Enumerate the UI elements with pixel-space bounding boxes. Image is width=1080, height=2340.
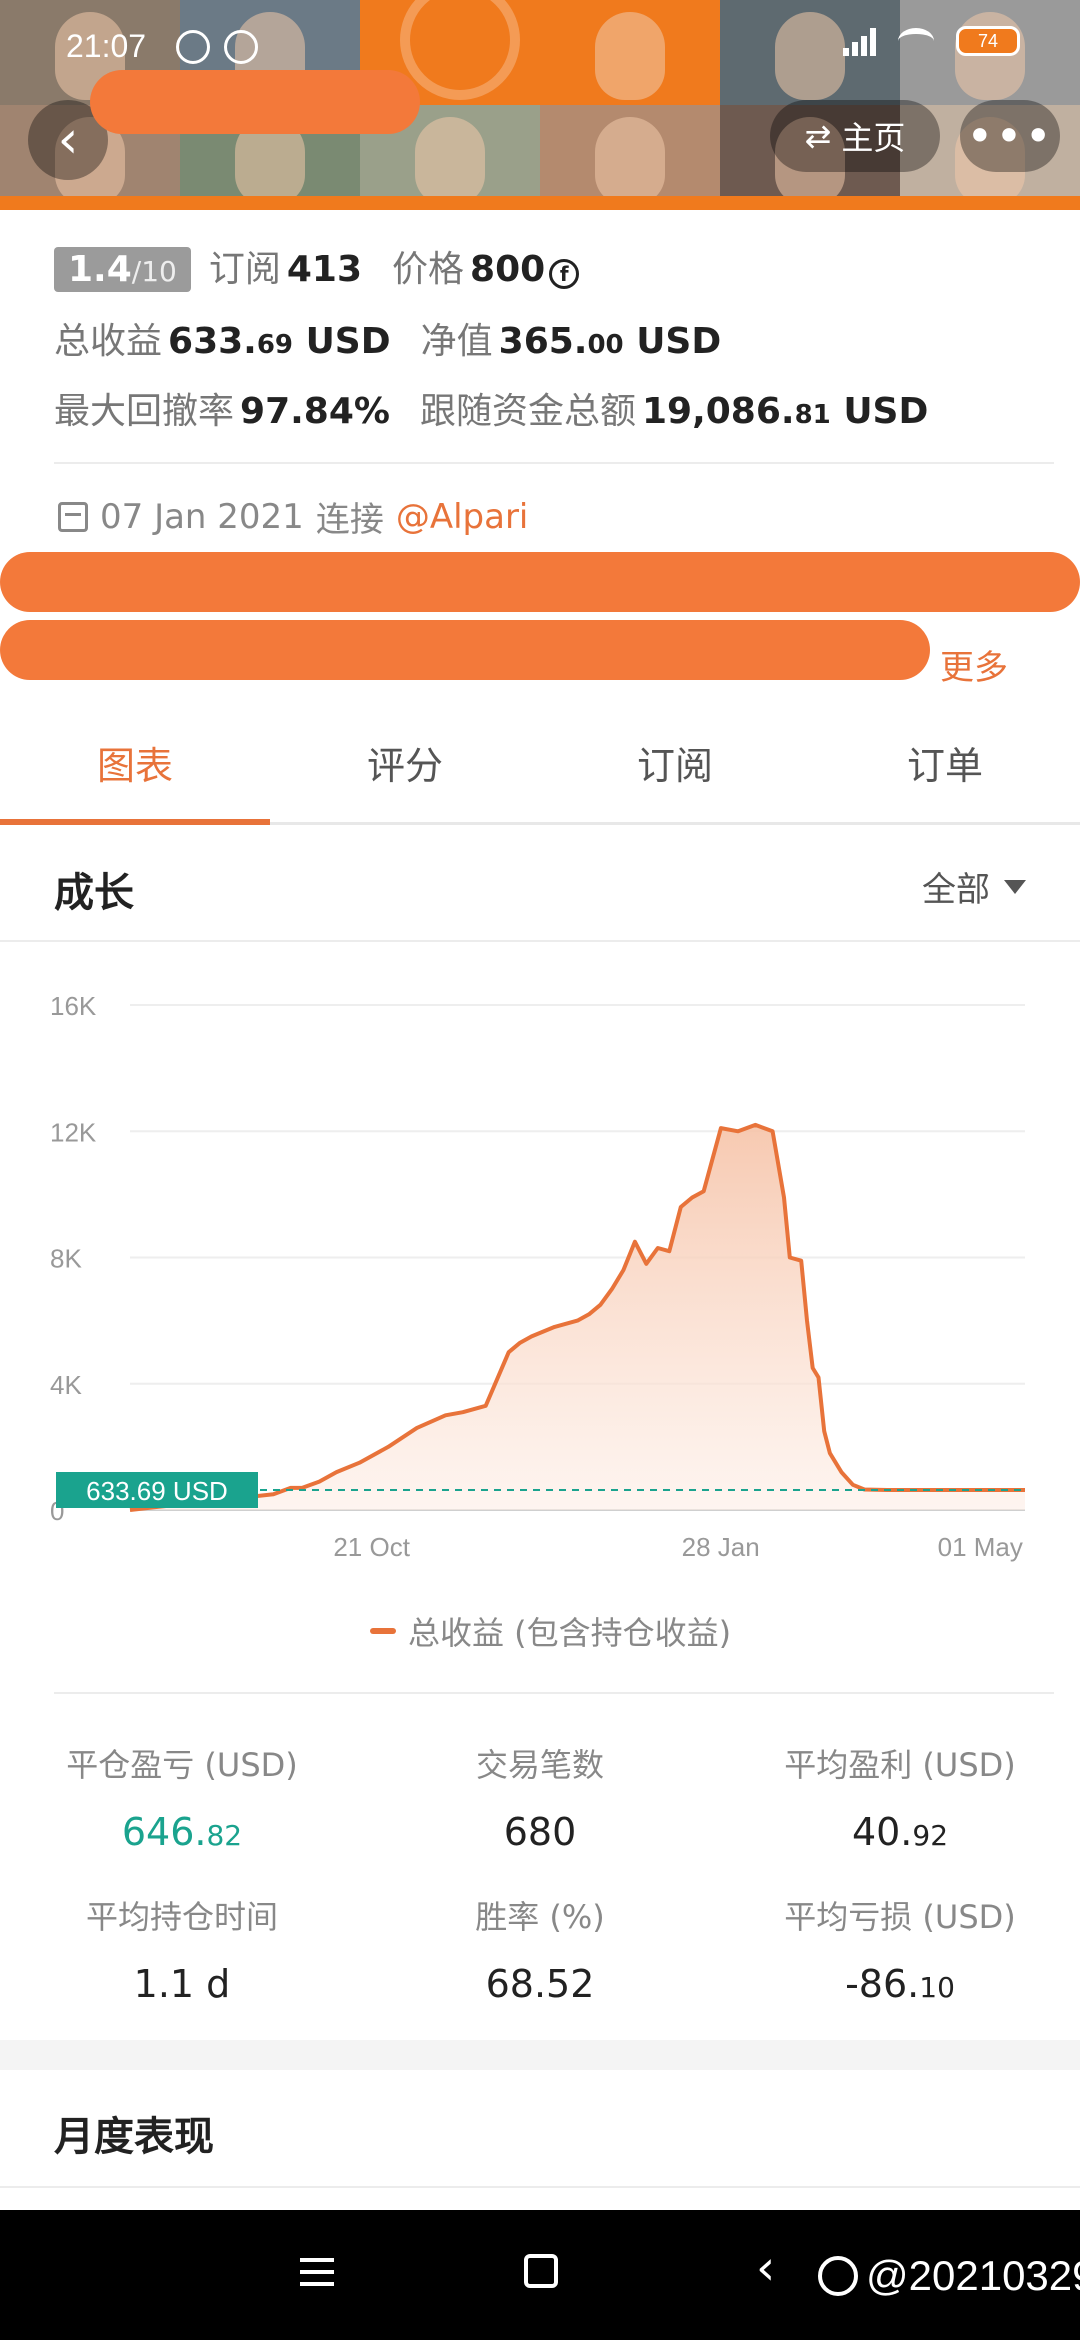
stat-item: 胜率 (%) 68.52 <box>370 1892 710 2006</box>
follow-funds-value: 19,086.81 USD <box>641 391 929 432</box>
system-tray: 74 <box>843 26 1020 56</box>
stat-item: 平仓盈亏 (USD) 646.82 <box>12 1740 352 1854</box>
net-value-value: 365.00 USD <box>498 321 722 362</box>
stat-label: 平均亏损 (USD) <box>784 1898 1016 1936</box>
tab-subscribe[interactable]: 订阅 <box>540 730 810 822</box>
stat-value: 680 <box>503 1810 577 1854</box>
tab-bar: 图表 评分 订阅 订单 <box>0 730 1080 825</box>
stat-value: 646.82 <box>121 1810 243 1854</box>
stat-item: 平均亏损 (USD) -86.10 <box>730 1892 1070 2006</box>
tab-chart[interactable]: 图表 <box>0 730 270 825</box>
stat-value: 1.1 d <box>133 1962 231 2006</box>
tab-rating[interactable]: 评分 <box>270 730 540 822</box>
avatar <box>540 0 720 105</box>
stat-item: 平均盈利 (USD) 40.92 <box>730 1740 1070 1854</box>
y-tick-label: 8K <box>50 1244 82 1274</box>
filter-label: 全部 <box>922 870 990 910</box>
watermark-logo-icon <box>818 2256 858 2296</box>
legend-label: 总收益 (包含持仓收益) <box>408 1614 732 1652</box>
more-menu-button[interactable]: ••• <box>960 100 1060 172</box>
coin-icon: f <box>549 259 580 289</box>
header-accent-strip <box>0 196 1080 210</box>
x-tick-label: 01 May <box>938 1532 1023 1562</box>
more-link[interactable]: 更多 <box>940 640 1008 689</box>
avatar <box>540 105 720 210</box>
tab-orders[interactable]: 订单 <box>810 730 1080 822</box>
connection-label: 连接 <box>315 500 384 540</box>
divider <box>0 2186 1080 2188</box>
subscribe-count: 413 <box>286 249 363 290</box>
divider <box>54 1692 1054 1694</box>
profile-header: 21:07 74 ‹ ⇄ 主页 ••• <box>0 0 1080 210</box>
section-gap <box>0 2040 1080 2070</box>
divider <box>54 462 1054 464</box>
swap-icon: ⇄ <box>804 117 832 155</box>
legend-swatch <box>370 1628 396 1634</box>
stat-label: 胜率 (%) <box>475 1898 605 1936</box>
mute-icon <box>176 30 210 64</box>
stat-label: 平均盈利 (USD) <box>784 1746 1016 1784</box>
calendar-icon <box>58 501 88 532</box>
signal-icon <box>843 26 876 56</box>
stat-label: 平仓盈亏 (USD) <box>66 1746 298 1784</box>
redaction-scribble <box>90 70 420 134</box>
series-area <box>130 1124 1025 1510</box>
home-label: 主页 <box>841 119 906 157</box>
redaction-scribble <box>0 620 930 680</box>
nav-back-icon[interactable]: ‹ <box>756 2240 775 2296</box>
max-drawdown-label: 最大回撤率 <box>54 391 235 432</box>
redaction-scribble <box>0 552 1080 612</box>
battery-icon: 74 <box>956 26 1020 56</box>
broker-link[interactable]: @Alpari <box>396 497 529 537</box>
chart-legend: 总收益 (包含持仓收益) <box>370 1608 731 1654</box>
y-tick-label: 4K <box>50 1370 82 1400</box>
divider <box>0 940 1080 942</box>
connection-date: 07 Jan 2021 <box>100 496 304 537</box>
price-value: 800 f <box>470 249 580 290</box>
status-time: 21:07 <box>66 28 147 64</box>
rating-badge: 1.4/10 <box>54 247 191 292</box>
menu-icon[interactable] <box>300 2258 334 2294</box>
price-label: 价格 <box>392 249 465 290</box>
stat-item: 交易笔数 680 <box>370 1740 710 1854</box>
y-tick-label: 16K <box>50 991 97 1021</box>
follow-funds-label: 跟随资金总额 <box>419 391 636 432</box>
stat-value: -86.10 <box>845 1962 955 2006</box>
monthly-title: 月度表现 <box>54 2114 214 2160</box>
x-tick-label: 21 Oct <box>333 1532 410 1562</box>
growth-title: 成长 <box>54 870 134 916</box>
status-icons <box>176 30 258 64</box>
total-profit-value: 633.69 USD <box>168 321 391 362</box>
watermark: @20210329 <box>818 2252 1080 2300</box>
home-square-icon[interactable] <box>524 2254 558 2288</box>
summary-row-3: 最大回撤率 97.84% 跟随资金总额 19,086.81 USD <box>54 382 958 434</box>
subscribe-label: 订阅 <box>208 249 281 290</box>
total-profit-label: 总收益 <box>54 321 163 362</box>
stat-label: 平均持仓时间 <box>85 1898 278 1936</box>
growth-filter-dropdown[interactable]: 全部 <box>922 862 1026 911</box>
growth-chart: 16K12K8K4K021 Oct 28 Jan 01 May633.69 USD <box>50 991 1025 1562</box>
net-value-label: 净值 <box>420 321 493 362</box>
home-button[interactable]: ⇄ 主页 <box>770 100 940 172</box>
summary-row-1: 1.4/10 订阅 413 价格 800 f <box>54 240 609 292</box>
summary-row-2: 总收益 633.69 USD 净值 365.00 USD <box>54 312 751 364</box>
wifi-icon <box>898 28 934 54</box>
stat-value: 68.52 <box>485 1962 595 2006</box>
x-tick-label: 28 Jan <box>682 1532 760 1562</box>
current-value-label: 633.69 USD <box>86 1476 228 1506</box>
y-tick-label: 12K <box>50 1117 97 1147</box>
stat-label: 交易笔数 <box>475 1746 604 1784</box>
stat-item: 平均持仓时间 1.1 d <box>12 1892 352 2006</box>
max-drawdown-value: 97.84% <box>240 391 390 432</box>
watermark-text: @20210329 <box>866 2252 1080 2299</box>
connection-info: 07 Jan 2021 连接 @Alpari <box>58 492 528 541</box>
stat-value: 40.92 <box>851 1810 949 1854</box>
alarm-icon <box>224 30 258 64</box>
chevron-down-icon <box>1004 879 1026 894</box>
